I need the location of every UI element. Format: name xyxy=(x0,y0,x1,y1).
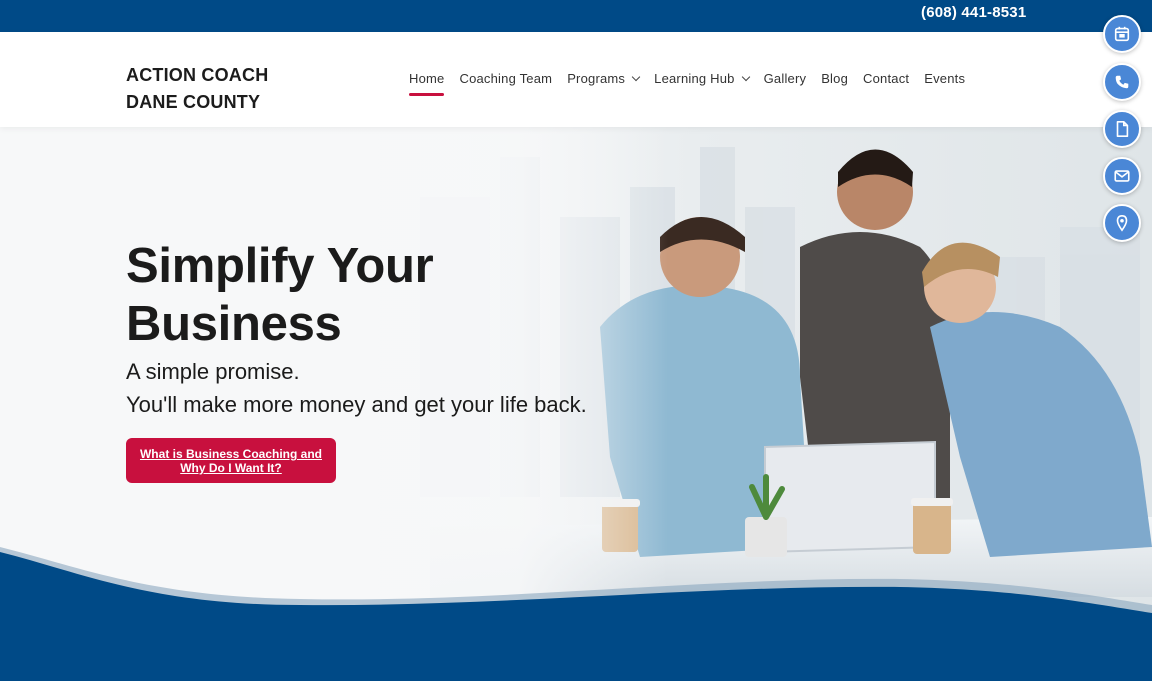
top-bar: (608) 441-8531 xyxy=(0,0,1152,32)
hero-title-line-2: Business xyxy=(126,297,342,351)
nav-coaching-team-label: Coaching Team xyxy=(459,71,553,86)
top-phone-link[interactable]: (608) 441-8531 xyxy=(921,4,1026,21)
main-nav: Home Coaching Team Programs Learning Hub… xyxy=(409,71,980,96)
phone-button[interactable] xyxy=(1103,63,1141,101)
phone-icon xyxy=(1115,75,1129,89)
nav-gallery-label: Gallery xyxy=(763,71,807,86)
mail-icon xyxy=(1114,170,1130,182)
nav-contact-label: Contact xyxy=(863,71,910,86)
hero-subtitle-line-1: A simple promise. xyxy=(126,359,300,384)
nav-programs-label: Programs xyxy=(567,71,626,86)
nav-events[interactable]: Events xyxy=(924,71,965,86)
site-logo[interactable]: ACTION COACH DANE COUNTY xyxy=(126,62,268,116)
location-pin-icon xyxy=(1116,214,1128,232)
logo-line-1: ACTION COACH xyxy=(126,65,269,85)
site-header: ACTION COACH DANE COUNTY Home Coaching T… xyxy=(0,32,1152,127)
hero-section: Simplify Your Business A simple promise.… xyxy=(0,127,1152,681)
nav-learning-hub[interactable]: Learning Hub xyxy=(654,71,750,86)
nav-programs[interactable]: Programs xyxy=(567,71,641,86)
location-button[interactable] xyxy=(1103,204,1141,242)
logo-line-2: DANE COUNTY xyxy=(126,92,261,112)
nav-home-label: Home xyxy=(409,71,445,86)
cta-line-1: What is Business Coaching and xyxy=(139,447,323,461)
hero-subtitle-line-2: You'll make more money and get your life… xyxy=(126,392,587,417)
chevron-down-icon xyxy=(741,72,750,82)
chevron-down-icon xyxy=(631,72,641,82)
nav-learning-hub-label: Learning Hub xyxy=(654,71,735,86)
document-button[interactable] xyxy=(1103,110,1141,148)
cta-line-2: Why Do I Want It? xyxy=(180,461,282,475)
document-icon xyxy=(1116,120,1129,138)
hero-title-line-1: Simplify Your xyxy=(126,239,434,293)
hero-subtitle: A simple promise. You'll make more money… xyxy=(126,355,587,421)
hero-title: Simplify Your Business xyxy=(126,237,434,353)
nav-home[interactable]: Home xyxy=(409,71,445,96)
nav-gallery[interactable]: Gallery xyxy=(764,71,807,86)
calendar-button[interactable] xyxy=(1103,15,1141,53)
nav-events-label: Events xyxy=(924,71,966,86)
calendar-icon xyxy=(1114,26,1130,42)
nav-contact[interactable]: Contact xyxy=(863,71,909,86)
nav-blog-label: Blog xyxy=(821,71,849,86)
nav-blog[interactable]: Blog xyxy=(821,71,848,86)
mail-button[interactable] xyxy=(1103,157,1141,195)
business-coaching-cta-button[interactable]: What is Business Coaching and Why Do I W… xyxy=(126,438,336,483)
nav-coaching-team[interactable]: Coaching Team xyxy=(459,71,552,86)
